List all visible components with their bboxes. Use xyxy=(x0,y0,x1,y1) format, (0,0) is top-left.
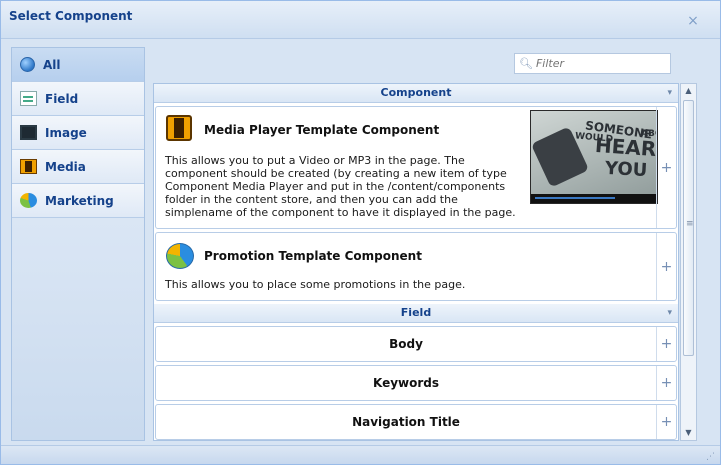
add-button[interactable]: + xyxy=(656,233,676,300)
field-title: Navigation Title xyxy=(352,415,460,429)
add-button[interactable]: + xyxy=(656,107,676,228)
image-icon xyxy=(20,125,37,140)
component-list: Component ▾ Media Player Template Compon… xyxy=(153,83,679,441)
sidebar-item-media[interactable]: Media xyxy=(12,150,144,184)
field-title: Keywords xyxy=(372,376,440,390)
dialog-title: Select Component xyxy=(9,9,133,23)
field-icon xyxy=(20,91,37,106)
search-icon: 🔍︎ xyxy=(519,57,533,70)
component-card-promotion[interactable]: Promotion Template Component This allows… xyxy=(155,232,677,301)
scroll-down-icon[interactable]: ▼ xyxy=(681,426,696,440)
group-header-component[interactable]: Component ▾ xyxy=(154,84,678,103)
card-description: This allows you to place some promotions… xyxy=(165,278,466,291)
scroll-thumb[interactable]: ≡ xyxy=(683,100,694,356)
sidebar-item-image[interactable]: Image xyxy=(12,116,144,150)
thumbnail-text: YOU xyxy=(604,157,648,182)
category-sidebar: All Field Image Media Marketing xyxy=(11,47,145,441)
card-title: Media Player Template Component xyxy=(204,123,440,137)
close-icon[interactable]: × xyxy=(686,14,700,28)
group-title: Component xyxy=(380,86,452,99)
field-item-keywords[interactable]: Keywords + xyxy=(155,365,677,401)
add-button[interactable]: + xyxy=(656,366,676,400)
sidebar-item-label: All xyxy=(43,57,61,72)
group-header-field[interactable]: Field ▾ xyxy=(154,304,678,323)
video-thumbnail: SOMEONE WOULD HEAR YOU ABC xyxy=(530,110,658,204)
player-controls xyxy=(531,194,657,203)
globe-icon xyxy=(20,57,35,72)
sidebar-item-field[interactable]: Field xyxy=(12,82,144,116)
pie-chart-icon xyxy=(166,243,194,269)
field-item-navigation-title[interactable]: Navigation Title + xyxy=(155,404,677,440)
vertical-scrollbar[interactable]: ▲ ≡ ▼ xyxy=(680,83,697,441)
grip-icon: ≡ xyxy=(686,219,694,229)
dialog-footer: ⋰ xyxy=(1,445,720,464)
film-icon xyxy=(20,159,37,174)
film-icon xyxy=(166,115,192,141)
field-title: Body xyxy=(389,337,423,351)
resize-grip-icon[interactable]: ⋰ xyxy=(706,452,715,462)
group-title: Field xyxy=(400,306,432,319)
sidebar-item-label: Marketing xyxy=(45,193,114,208)
field-item-body[interactable]: Body + xyxy=(155,326,677,362)
card-title: Promotion Template Component xyxy=(204,249,422,263)
pie-chart-icon xyxy=(20,193,37,208)
chevron-down-icon[interactable]: ▾ xyxy=(667,304,672,322)
dialog-titlebar[interactable]: Select Component × xyxy=(1,1,720,39)
chevron-down-icon[interactable]: ▾ xyxy=(667,84,672,102)
add-button[interactable]: + xyxy=(656,327,676,361)
card-description: This allows you to put a Video or MP3 in… xyxy=(165,154,516,219)
add-button[interactable]: + xyxy=(656,405,676,439)
sidebar-item-marketing[interactable]: Marketing xyxy=(12,184,144,218)
component-card-media-player[interactable]: Media Player Template Component This all… xyxy=(155,106,677,229)
select-component-dialog: Select Component × All Field Image Media… xyxy=(0,0,721,465)
sidebar-item-label: Image xyxy=(45,125,87,140)
filter-box: 🔍︎ xyxy=(514,53,671,74)
filter-input[interactable] xyxy=(535,57,666,70)
scroll-up-icon[interactable]: ▲ xyxy=(681,84,696,98)
sidebar-item-label: Field xyxy=(45,91,79,106)
sidebar-item-all[interactable]: All xyxy=(12,48,144,82)
sidebar-item-label: Media xyxy=(45,159,86,174)
